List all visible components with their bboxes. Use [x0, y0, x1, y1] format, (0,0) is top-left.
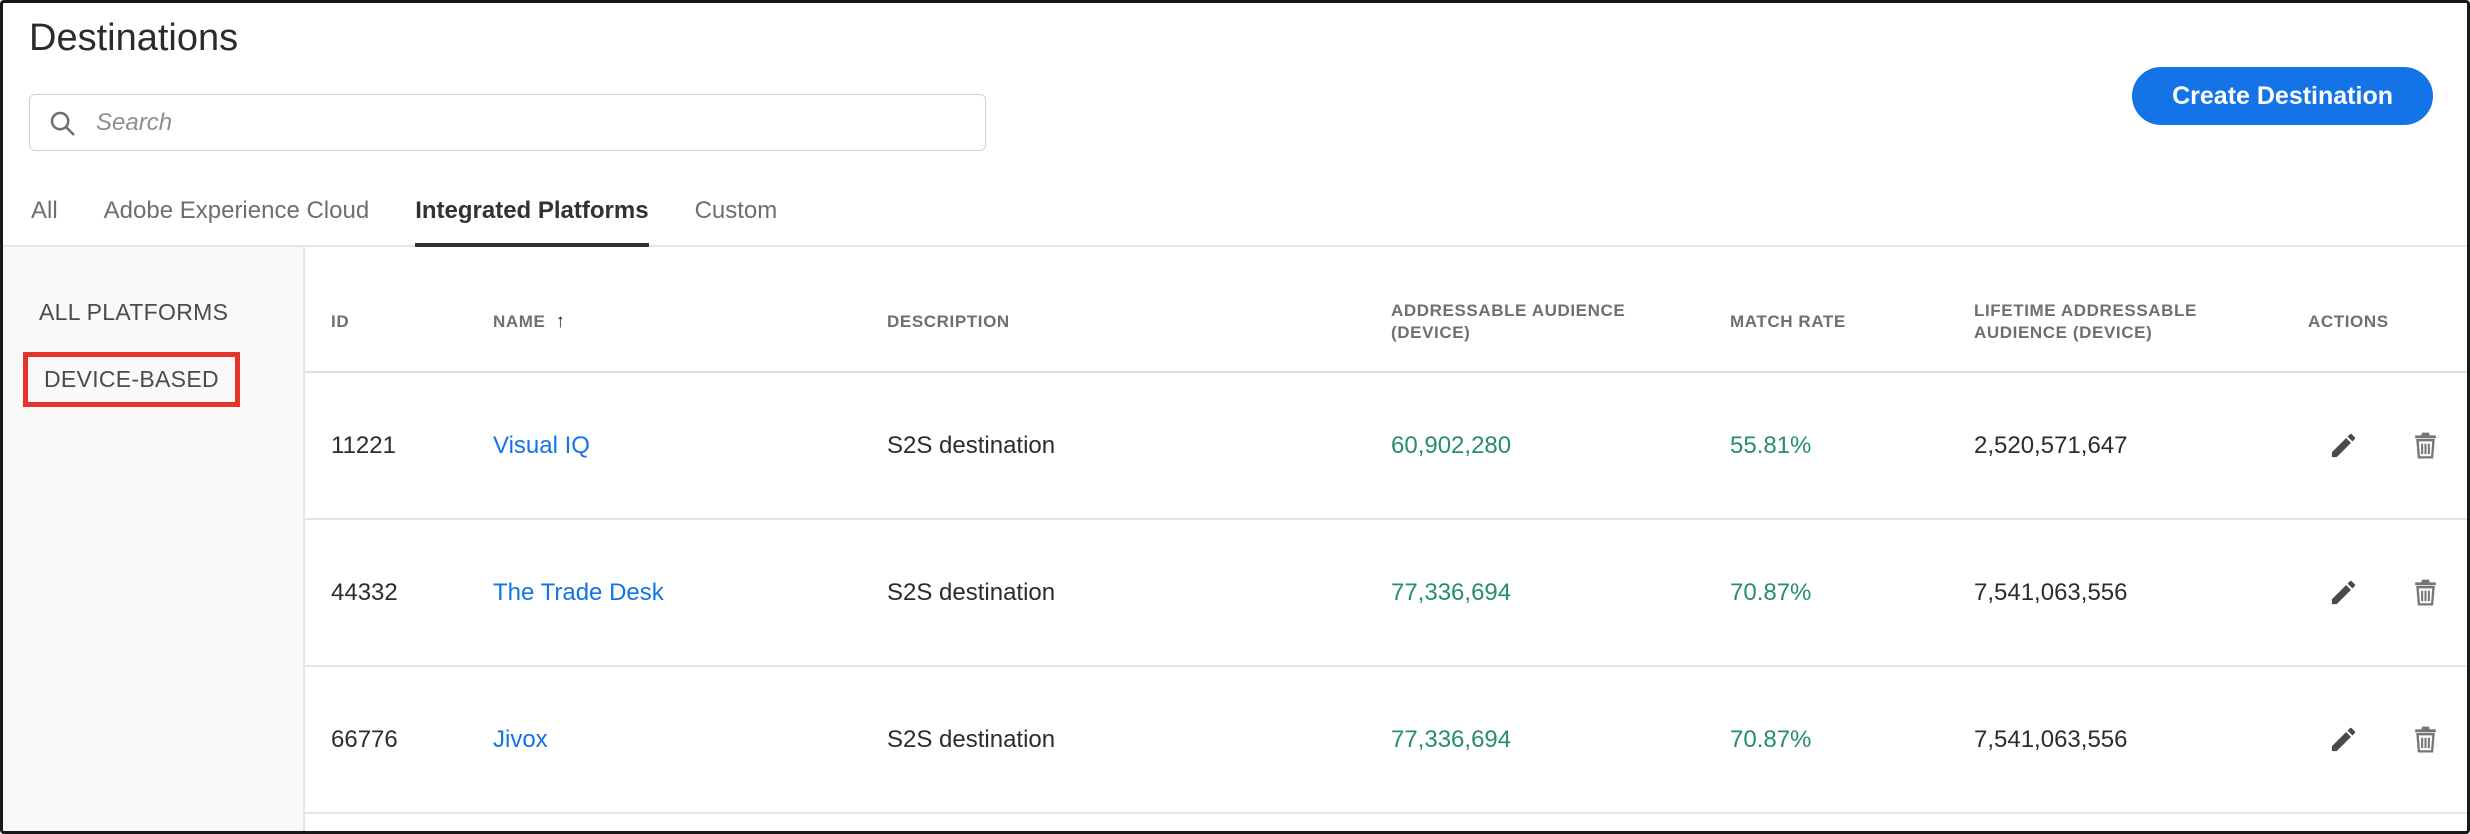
delete-button[interactable]	[2410, 575, 2446, 611]
create-destination-button[interactable]: Create Destination	[2132, 67, 2433, 125]
pencil-icon	[2328, 577, 2359, 608]
id-cell: 11221	[331, 432, 493, 460]
table-body: 11221 Visual IQ S2S destination 60,902,2…	[305, 373, 2467, 814]
pencil-icon	[2328, 724, 2359, 755]
delete-button[interactable]	[2410, 428, 2446, 464]
trash-icon	[2410, 430, 2441, 461]
edit-button[interactable]	[2328, 428, 2364, 464]
pencil-icon	[2328, 430, 2359, 461]
name-cell: The Trade Desk	[493, 579, 887, 607]
column-header-lifetime-audience[interactable]: LIFETIME ADDRESSABLE AUDIENCE (DEVICE)	[1974, 300, 2308, 344]
lifetime-audience-cell: 2,520,571,647	[1974, 432, 2308, 460]
description-cell: S2S destination	[887, 432, 1391, 460]
column-header-id[interactable]: ID	[331, 311, 493, 333]
lifetime-audience-cell: 7,541,063,556	[1974, 726, 2308, 754]
sidebar-item-all-platforms[interactable]: ALL PLATFORMS	[3, 287, 303, 338]
sidebar-item-device-based[interactable]: DEVICE-BASED	[23, 352, 240, 407]
edit-button[interactable]	[2328, 575, 2364, 611]
column-header-name[interactable]: NAME ↑	[493, 310, 887, 335]
match-rate-cell: 70.87%	[1730, 726, 1974, 754]
trash-icon	[2410, 577, 2441, 608]
sidebar: ALL PLATFORMS DEVICE-BASED	[3, 247, 305, 831]
page-title: Destinations	[29, 17, 2437, 60]
description-cell: S2S destination	[887, 726, 1391, 754]
tab-all[interactable]: All	[31, 197, 58, 245]
id-cell: 66776	[331, 726, 493, 754]
tab-adobe-experience-cloud[interactable]: Adobe Experience Cloud	[104, 197, 370, 245]
name-cell: Jivox	[493, 726, 887, 754]
column-header-actions: ACTIONS	[2308, 311, 2467, 333]
addressable-audience-cell: 60,902,280	[1391, 432, 1730, 460]
destination-name-link[interactable]: Visual IQ	[493, 432, 590, 459]
match-rate-cell: 55.81%	[1730, 432, 1974, 460]
id-cell: 44332	[331, 579, 493, 607]
addressable-audience-cell: 77,336,694	[1391, 579, 1730, 607]
name-cell: Visual IQ	[493, 432, 887, 460]
tab-integrated-platforms[interactable]: Integrated Platforms	[415, 197, 648, 247]
table-row: 66776 Jivox S2S destination 77,336,694 7…	[305, 667, 2467, 814]
sort-ascending-icon: ↑	[555, 311, 565, 332]
trash-icon	[2410, 724, 2441, 755]
row-actions	[2308, 722, 2467, 758]
column-header-addressable-audience[interactable]: ADDRESSABLE AUDIENCE (DEVICE)	[1391, 300, 1730, 344]
search-box	[29, 94, 986, 151]
row-actions	[2308, 575, 2467, 611]
destinations-table: ID NAME ↑ DESCRIPTION ADDRESSABLE AUDIENC…	[305, 247, 2467, 831]
column-header-name-label: NAME	[493, 312, 545, 331]
destination-name-link[interactable]: Jivox	[493, 726, 548, 753]
search-icon	[47, 108, 77, 138]
search-input[interactable]	[29, 94, 986, 151]
match-rate-cell: 70.87%	[1730, 579, 1974, 607]
description-cell: S2S destination	[887, 579, 1391, 607]
column-header-match-rate[interactable]: MATCH RATE	[1730, 311, 1974, 333]
table-row: 44332 The Trade Desk S2S destination 77,…	[305, 520, 2467, 667]
main-content: ALL PLATFORMS DEVICE-BASED ID NAME ↑ DESC…	[3, 247, 2467, 831]
tab-custom[interactable]: Custom	[695, 197, 778, 245]
page-header: Destinations Create Destination	[3, 3, 2467, 151]
row-actions	[2308, 428, 2467, 464]
delete-button[interactable]	[2410, 722, 2446, 758]
column-header-description[interactable]: DESCRIPTION	[887, 311, 1391, 333]
table-header-row: ID NAME ↑ DESCRIPTION ADDRESSABLE AUDIENC…	[305, 247, 2467, 373]
lifetime-audience-cell: 7,541,063,556	[1974, 579, 2308, 607]
platform-tabs: All Adobe Experience Cloud Integrated Pl…	[3, 197, 2467, 247]
destination-name-link[interactable]: The Trade Desk	[493, 579, 664, 606]
addressable-audience-cell: 77,336,694	[1391, 726, 1730, 754]
destinations-page: Destinations Create Destination All Adob…	[0, 0, 2470, 834]
edit-button[interactable]	[2328, 722, 2364, 758]
table-row: 11221 Visual IQ S2S destination 60,902,2…	[305, 373, 2467, 520]
